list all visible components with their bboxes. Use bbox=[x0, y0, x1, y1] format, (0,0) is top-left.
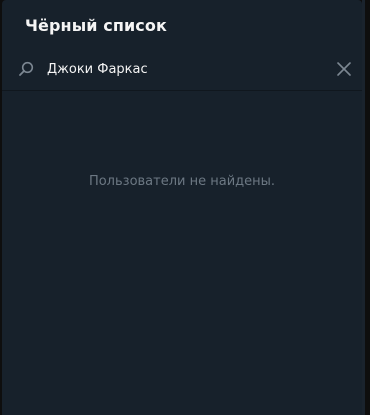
search-input[interactable] bbox=[47, 58, 327, 80]
close-icon[interactable] bbox=[333, 58, 355, 80]
blocked-users-dialog: Чёрный список Пользователи не найдены. bbox=[2, 0, 362, 415]
window-edge bbox=[362, 0, 365, 415]
dialog-title: Чёрный список bbox=[25, 16, 167, 35]
divider bbox=[2, 90, 362, 91]
search-icon bbox=[19, 61, 34, 76]
empty-results-message: Пользователи не найдены. bbox=[88, 174, 276, 189]
search-bar bbox=[2, 52, 362, 88]
